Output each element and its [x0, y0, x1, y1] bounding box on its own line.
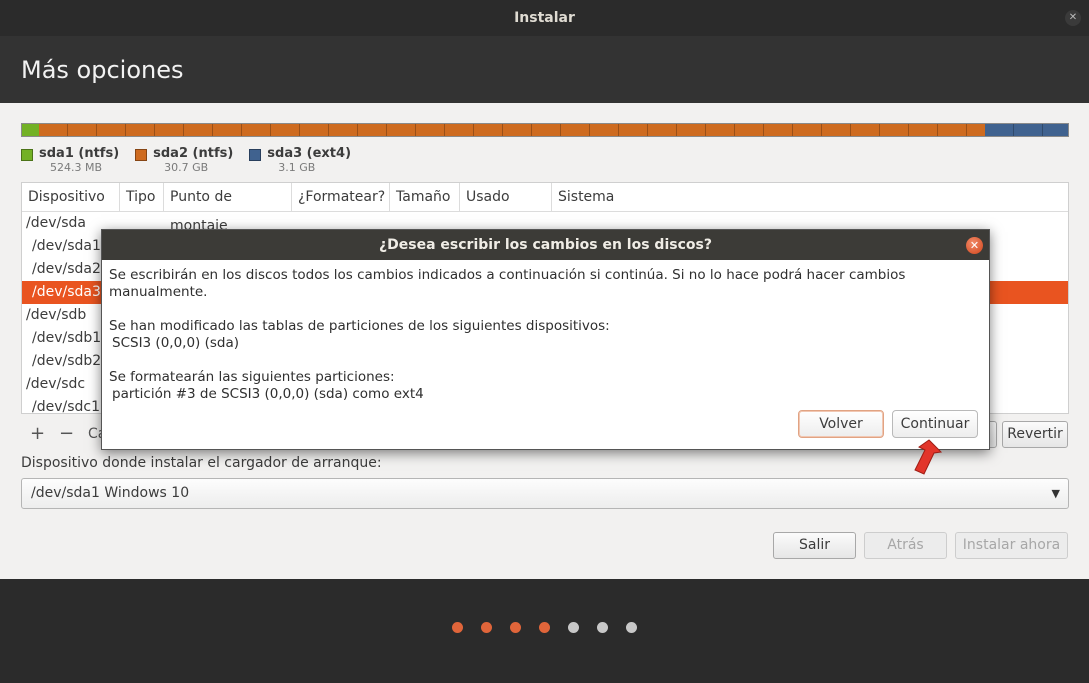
bootloader-value: /dev/sda1 Windows 10: [31, 485, 190, 501]
disk-bar-segment: [38, 124, 986, 136]
dialog-line-format: Se formatearán las siguientes particione…: [109, 369, 395, 385]
legend-item: sda2 (ntfs) 30.7 GB: [135, 146, 233, 174]
dialog-line-intro: Se escribirán en los discos todos los ca…: [109, 267, 906, 300]
dialog-continue-button[interactable]: Continuar: [892, 410, 978, 438]
legend-item: sda3 (ext4) 3.1 GB: [249, 146, 351, 174]
disk-legend: sda1 (ntfs) 524.3 MB sda2 (ntfs) 30.7 GB sda…: [21, 146, 351, 174]
legend-name: sda3 (ext4): [267, 146, 352, 161]
legend-size: 3.1 GB: [278, 161, 316, 174]
page-header: Más opciones: [0, 36, 1089, 103]
remove-partition-button[interactable]: −: [59, 421, 74, 447]
column-header[interactable]: Usado: [460, 183, 552, 212]
dialog-back-button[interactable]: Volver: [798, 410, 884, 438]
back-button[interactable]: Atrás: [864, 532, 947, 559]
add-partition-button[interactable]: +: [30, 421, 45, 447]
dialog-title: ¿Desea escribir los cambios en los disco…: [102, 230, 989, 260]
disk-usage-bar: [21, 123, 1069, 137]
legend-size: 524.3 MB: [50, 161, 103, 174]
progress-footer: [0, 579, 1089, 683]
bootloader-label: Dispositivo donde instalar el cargador d…: [21, 455, 382, 471]
dialog-line-partition: partición #3 de SCSI3 (0,0,0) (sda) como…: [112, 386, 424, 402]
legend-size: 30.7 GB: [164, 161, 209, 174]
column-header[interactable]: Tipo: [120, 183, 164, 212]
quit-button[interactable]: Salir: [773, 532, 856, 559]
installer-window: Instalar ✕ Más opciones sda1 (ntfs) 524.3…: [0, 0, 1089, 683]
title-bar: Instalar ✕: [0, 0, 1089, 36]
progress-dot: [481, 622, 492, 633]
window-title: Instalar: [514, 10, 575, 26]
dropdown-arrow-icon: ▼: [1051, 487, 1060, 500]
disk-bar-segment: [22, 124, 39, 136]
column-header[interactable]: Sistema: [552, 183, 1068, 212]
progress-dot: [626, 622, 637, 633]
dialog-body: Se escribirán en los discos todos los ca…: [102, 260, 989, 427]
revert-button[interactable]: Revertir: [1002, 421, 1068, 448]
progress-dot: [452, 622, 463, 633]
column-header[interactable]: ¿Formatear?: [292, 183, 390, 212]
legend-swatch: [249, 149, 262, 161]
bootloader-select[interactable]: /dev/sda1 Windows 10 ▼: [21, 478, 1069, 509]
legend-name: sda2 (ntfs): [153, 146, 234, 161]
legend-swatch: [21, 149, 33, 161]
dialog-line-modified: Se han modificado las tablas de particio…: [109, 318, 610, 334]
column-header[interactable]: Tamaño: [390, 183, 460, 212]
legend-swatch: [135, 149, 148, 161]
table-header: Dispositivo Tipo Punto de montaje ¿Formatea…: [22, 183, 1068, 234]
install-now-button[interactable]: Instalar ahora: [955, 532, 1068, 559]
column-header[interactable]: Punto de montaje: [164, 183, 292, 234]
red-arrow-annotation-icon: [914, 439, 943, 475]
legend-name: sda1 (ntfs): [39, 146, 120, 161]
dialog-close-icon[interactable]: ✕: [966, 237, 983, 254]
page-title: Más opciones: [21, 56, 184, 84]
legend-item: sda1 (ntfs) 524.3 MB: [21, 146, 119, 174]
window-close-icon[interactable]: ✕: [1065, 10, 1081, 26]
progress-dot: [510, 622, 521, 633]
disk-bar-segment: [985, 124, 1068, 136]
progress-dot: [568, 622, 579, 633]
progress-dot: [597, 622, 608, 633]
column-header[interactable]: Dispositivo: [22, 183, 120, 212]
dialog-line-device: SCSI3 (0,0,0) (sda): [112, 335, 240, 351]
progress-dot: [539, 622, 550, 633]
confirm-write-dialog: ¿Desea escribir los cambios en los disco…: [101, 229, 990, 450]
